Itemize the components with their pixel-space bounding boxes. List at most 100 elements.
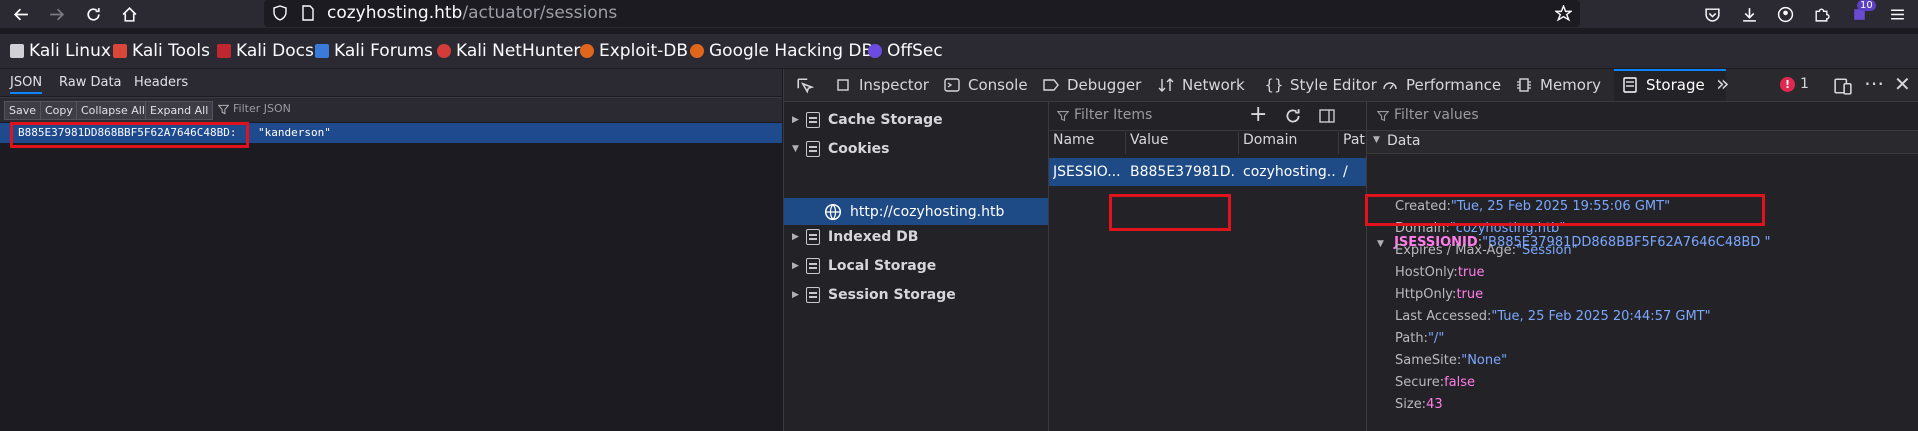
responsive-mode-icon[interactable] [1834, 77, 1852, 95]
forward-button[interactable] [44, 2, 68, 26]
bookmark-exploit-db[interactable]: Exploit-DB [580, 41, 688, 61]
json-toolbar: Save Copy Collapse All Expand All Filter… [0, 97, 782, 122]
url-host: cozyhosting.htb [327, 3, 463, 23]
tab-json[interactable]: JSON [10, 75, 43, 94]
copy-button[interactable]: Copy [40, 101, 78, 120]
cookie-property[interactable]: Last Accessed:"Tue, 25 Feb 2025 20:44:57… [1395, 309, 1711, 324]
network-icon [1158, 77, 1174, 93]
cookie-property[interactable]: Size:43 [1395, 397, 1443, 412]
bookmark-kali-nethunter[interactable]: Kali NetHunter [437, 41, 580, 61]
expand-arrow-icon: ▶ [792, 232, 799, 242]
page-icon [302, 5, 314, 21]
kali-forums-icon [315, 44, 329, 58]
tab-debugger[interactable]: Debugger [1043, 75, 1141, 95]
filter-items-bar: Filter Items + [1049, 102, 1366, 131]
database-icon [806, 258, 820, 274]
error-count[interactable]: 1 [1800, 76, 1809, 92]
property-value: false [1444, 375, 1476, 390]
tab-inspector[interactable]: Inspector [835, 75, 929, 95]
tree-cookies[interactable]: ▼ Cookies [792, 136, 889, 162]
collapse-all-button[interactable]: Collapse All [76, 101, 150, 120]
tab-label: Style Editor [1290, 76, 1377, 94]
bookmark-kali-linux[interactable]: Kali Linux [10, 41, 111, 61]
puzzle-icon [1814, 8, 1830, 22]
tab-style-editor[interactable]: {} Style Editor [1264, 75, 1377, 95]
column-domain[interactable]: Domain [1239, 132, 1339, 154]
tab-performance[interactable]: Performance [1382, 75, 1501, 95]
highlight-box [10, 122, 249, 148]
reload-button[interactable] [81, 2, 105, 26]
cookie-property[interactable]: SameSite:"None" [1395, 353, 1507, 368]
tab-memory[interactable]: Memory [1516, 75, 1601, 95]
tree-local-storage[interactable]: ▶ Local Storage [792, 253, 936, 279]
cookie-property[interactable]: HostOnly:true [1395, 265, 1485, 280]
table-row[interactable]: JSESSIO... B885E37981D... cozyhosting...… [1049, 158, 1366, 186]
tab-label: Storage [1646, 76, 1705, 94]
filter-items-input[interactable]: Filter Items [1074, 107, 1152, 123]
globe-icon [824, 203, 842, 221]
filter-values-input[interactable]: Filter values [1394, 107, 1479, 123]
expand-arrow-icon: ▶ [792, 290, 799, 300]
tree-indexed-db[interactable]: ▶ Indexed DB [792, 224, 918, 250]
arrow-left-icon [13, 8, 28, 20]
collapse-arrow-icon: ▼ [1377, 239, 1384, 249]
column-path[interactable]: Pat [1339, 132, 1366, 154]
bookmark-kali-docs[interactable]: Kali Docs [217, 41, 314, 61]
database-icon [806, 287, 820, 303]
sidebar-toggle-icon[interactable] [1319, 108, 1335, 124]
highlight-box [1109, 194, 1231, 231]
extension-badge-button[interactable]: 10 [1847, 0, 1876, 26]
kali-dragon-icon [10, 44, 24, 58]
tab-raw-data[interactable]: Raw Data [59, 75, 122, 90]
cookie-property[interactable]: Expires / Max-Age:"Session" [1395, 243, 1578, 258]
tree-cookie-host[interactable]: http://cozyhosting.htb [824, 199, 1004, 225]
json-viewer-tabs: JSON Raw Data Headers [0, 69, 782, 96]
tab-label: Memory [1540, 76, 1602, 94]
section-title: Data [1387, 133, 1421, 149]
downloads-button[interactable] [1737, 2, 1761, 26]
tab-network[interactable]: Network [1158, 75, 1245, 95]
extensions-button[interactable] [1809, 2, 1833, 26]
expand-all-button[interactable]: Expand All [145, 101, 214, 120]
refresh-icon[interactable] [1284, 107, 1302, 125]
extension-badge: 10 [1857, 0, 1876, 11]
bookmark-google-hacking-db[interactable]: Google Hacking DB [690, 41, 873, 61]
bookmark-kali-tools[interactable]: Kali Tools [113, 41, 210, 61]
save-button[interactable]: Save [4, 101, 42, 120]
bookmark-kali-forums[interactable]: Kali Forums [315, 41, 433, 61]
account-button[interactable] [1773, 2, 1797, 26]
data-section-header[interactable]: ▼ Data [1367, 131, 1918, 154]
home-icon [122, 6, 136, 22]
close-icon[interactable]: ✕ [1894, 72, 1911, 96]
options-menu-icon[interactable]: ⋯ [1864, 71, 1884, 95]
column-value[interactable]: Value [1126, 132, 1239, 154]
cookie-property[interactable]: Path:"/" [1395, 331, 1444, 346]
highlight-box [1365, 194, 1765, 226]
property-key: Expires / Max-Age: [1395, 243, 1517, 258]
property-key: SameSite: [1395, 353, 1462, 368]
add-item-icon[interactable]: + [1249, 102, 1267, 127]
url-path: /actuator/sessions [462, 3, 618, 23]
bookmark-star-icon[interactable] [1555, 5, 1572, 22]
bookmark-offsec[interactable]: OffSec [868, 41, 943, 61]
tree-session-storage[interactable]: ▶ Session Storage [792, 282, 956, 308]
column-name[interactable]: Name [1049, 132, 1126, 154]
tree-cache-storage[interactable]: ▶ Cache Storage [792, 107, 943, 133]
back-button[interactable] [9, 2, 33, 26]
filter-json-input[interactable]: Filter JSON [233, 102, 291, 115]
more-tabs-icon[interactable]: » [1716, 72, 1729, 97]
tab-headers[interactable]: Headers [134, 75, 188, 90]
menu-button[interactable] [1885, 2, 1909, 26]
pocket-button[interactable] [1700, 2, 1724, 26]
cookie-property[interactable]: HttpOnly:true [1395, 287, 1483, 302]
property-value: true [1457, 265, 1485, 280]
tab-console[interactable]: Console [944, 75, 1028, 95]
pick-element-icon[interactable] [796, 77, 814, 95]
url-bar[interactable]: cozyhosting.htb/actuator/sessions [264, 0, 1580, 27]
cookie-property[interactable]: Secure:false [1395, 375, 1475, 390]
tab-storage[interactable]: Storage [1622, 75, 1705, 95]
expand-arrow-icon: ▶ [792, 261, 799, 271]
pocket-icon [1704, 7, 1720, 22]
home-button[interactable] [117, 2, 141, 26]
download-icon [1742, 7, 1756, 22]
